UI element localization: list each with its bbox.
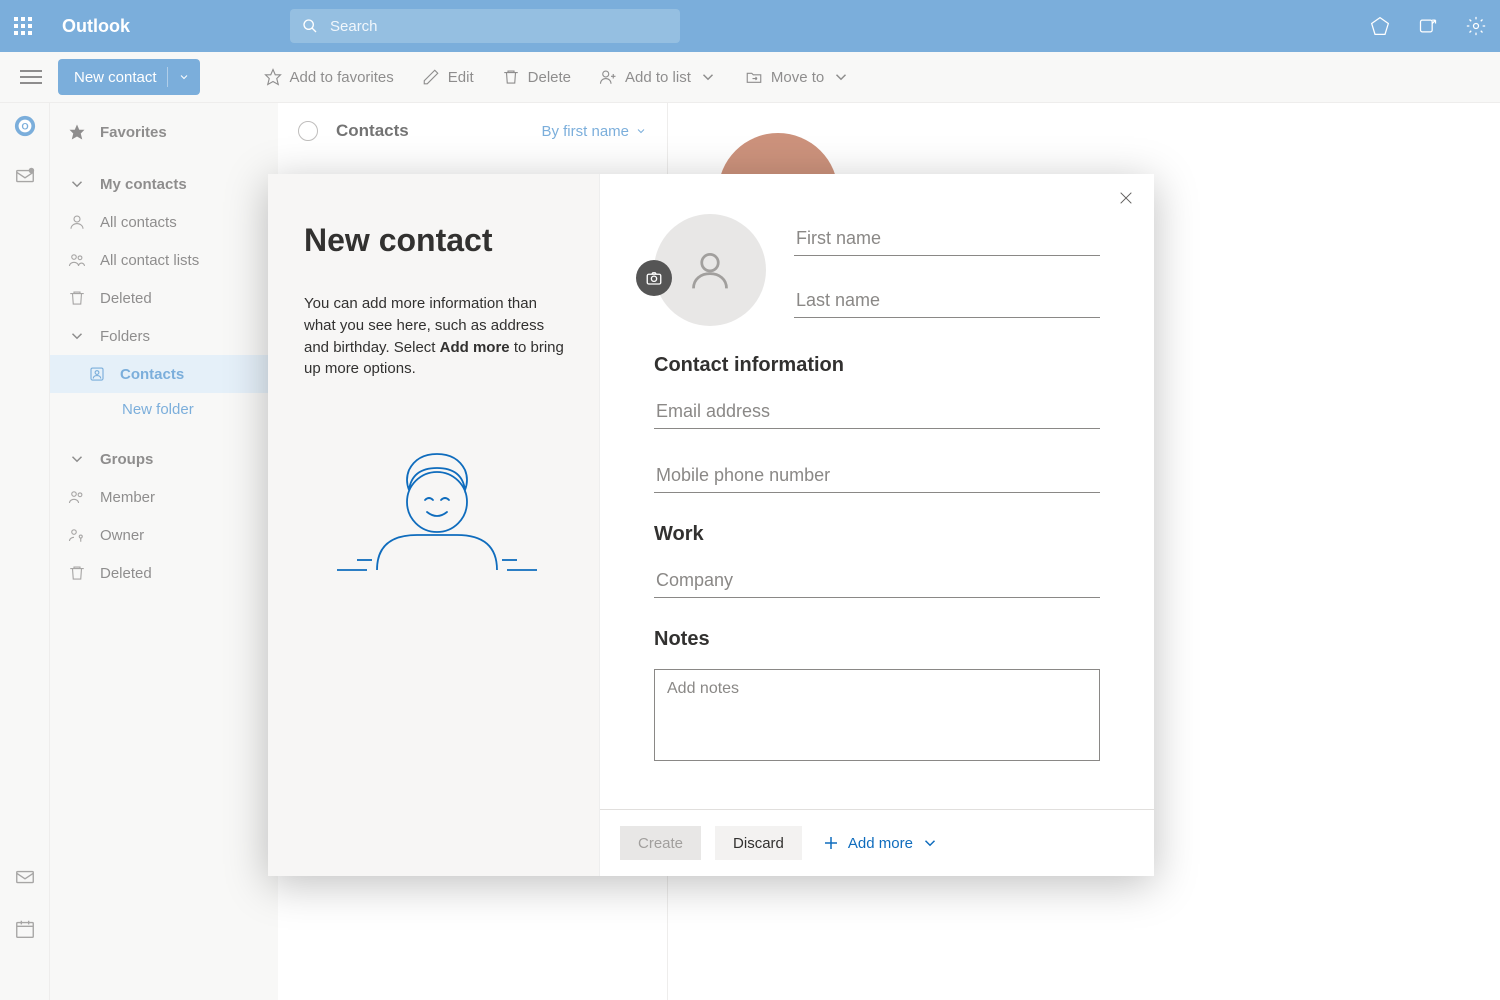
modal-footer: Create Discard Add more <box>600 809 1154 876</box>
new-contact-modal: New contact You can add more information… <box>268 174 1154 876</box>
person-icon <box>688 248 732 292</box>
camera-icon <box>645 269 663 287</box>
close-button[interactable] <box>1118 190 1134 211</box>
camera-button[interactable] <box>636 260 672 296</box>
email-input[interactable] <box>654 395 1100 429</box>
close-icon <box>1118 190 1134 206</box>
plus-icon <box>822 834 840 852</box>
last-name-input[interactable] <box>794 284 1100 318</box>
company-input[interactable] <box>654 564 1100 598</box>
illustration <box>304 440 569 580</box>
notes-textarea[interactable] <box>654 669 1100 761</box>
add-more-button[interactable]: Add more <box>822 834 939 852</box>
contact-photo-placeholder[interactable] <box>654 214 766 326</box>
first-name-input[interactable] <box>794 222 1100 256</box>
modal-title: New contact <box>304 222 569 259</box>
section-contact-info: Contact information <box>654 354 1100 377</box>
section-notes: Notes <box>654 628 1100 651</box>
create-button[interactable]: Create <box>620 826 701 860</box>
mobile-phone-input[interactable] <box>654 459 1100 493</box>
discard-button[interactable]: Discard <box>715 826 802 860</box>
chevron-down-icon <box>921 834 939 852</box>
modal-info-panel: New contact You can add more information… <box>268 174 600 876</box>
modal-help-text: You can add more information than what y… <box>304 293 569 380</box>
section-work: Work <box>654 523 1100 546</box>
